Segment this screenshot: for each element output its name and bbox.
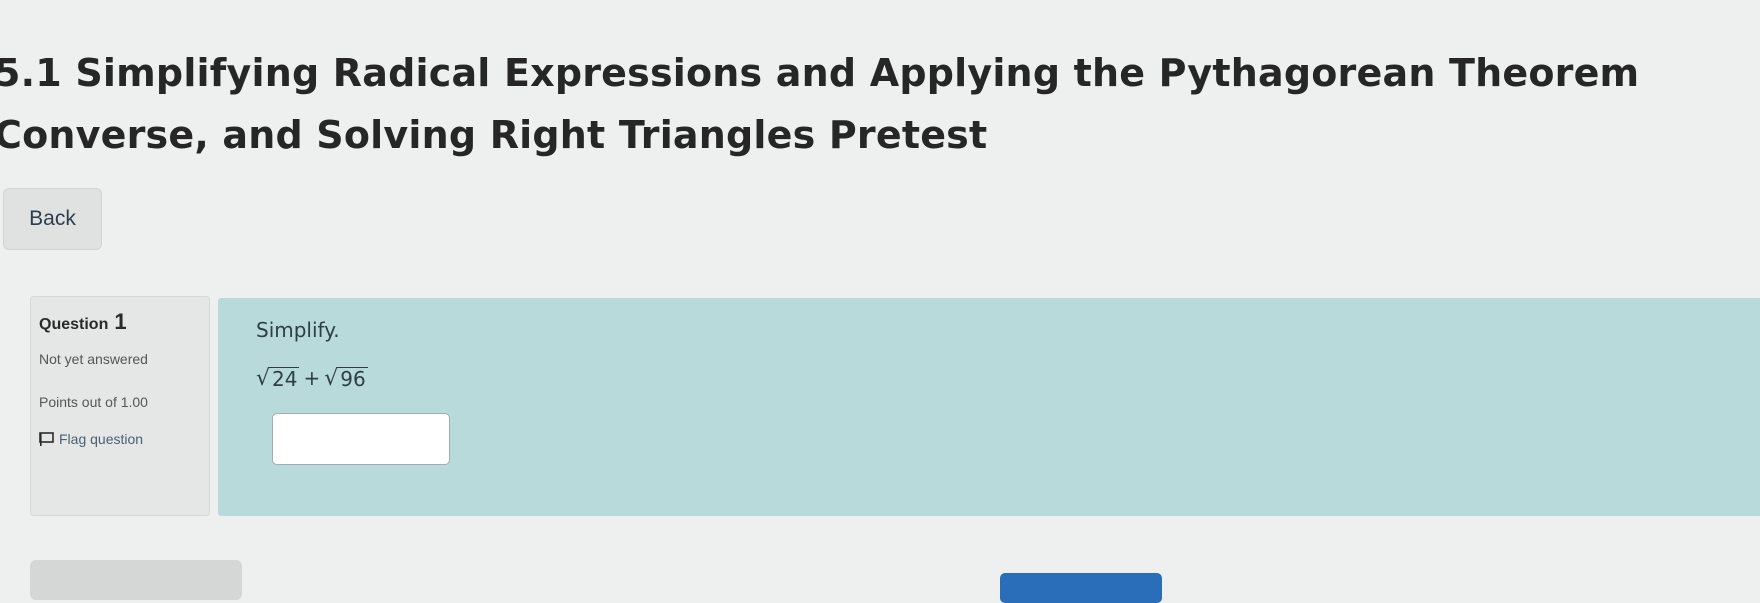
radical-expression: √ 24 + √ 96 <box>256 366 368 390</box>
question-number: Question 1 <box>39 309 209 335</box>
plus-operator: + <box>303 366 321 390</box>
question-label: Question <box>39 316 109 333</box>
question-status: Not yet answered <box>39 351 148 367</box>
radical-sign: √ <box>324 365 339 391</box>
flag-question-link[interactable]: Flag question <box>39 431 209 447</box>
back-button[interactable]: Back <box>3 188 102 250</box>
page-title: 5.1 Simplifying Radical Expressions and … <box>0 51 1640 157</box>
question-prompt: Simplify. <box>256 318 340 342</box>
next-page-button[interactable] <box>1000 573 1162 603</box>
radical-term-1: √ 24 <box>256 365 300 391</box>
flag-question-label: Flag question <box>59 431 144 447</box>
question-info-panel: Question 1 Not yet answered Points out o… <box>30 296 210 516</box>
answer-input[interactable] <box>272 413 450 465</box>
question-number-value: 1 <box>114 309 127 334</box>
previous-page-button[interactable] <box>30 560 242 600</box>
question-points: Points out of 1.00 <box>39 394 148 410</box>
radicand-1: 24 <box>270 366 300 391</box>
flag-icon <box>39 431 55 447</box>
radicand-2: 96 <box>338 366 368 391</box>
radical-term-2: √ 96 <box>324 365 368 391</box>
question-content-panel: Simplify. √ 24 + √ 96 <box>218 298 1760 516</box>
radical-sign: √ <box>256 365 271 391</box>
